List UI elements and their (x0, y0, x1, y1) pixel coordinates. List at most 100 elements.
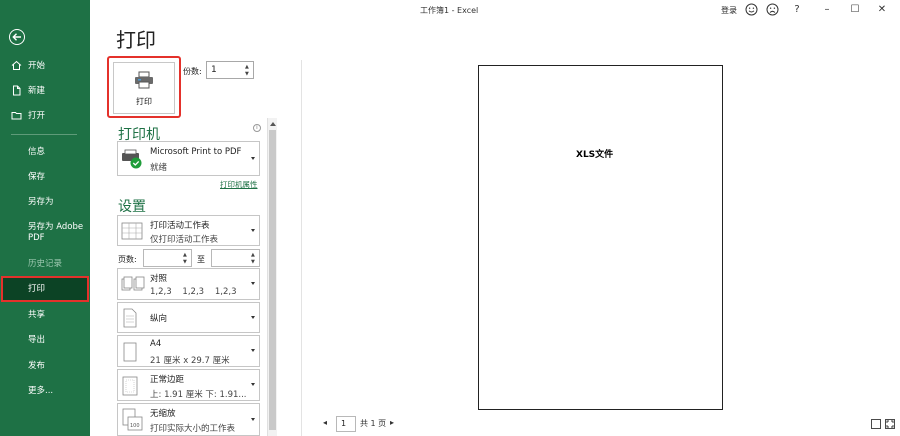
print-scope-dropdown[interactable]: 打印活动工作表 仅打印活动工作表 (117, 215, 260, 246)
sidebar-item-save[interactable]: 保存 (0, 165, 90, 189)
sidebar-item-label-line2: PDF (28, 233, 45, 243)
sidebar-item-label: 历史记录 (28, 258, 63, 269)
help-button[interactable]: ? (790, 3, 804, 16)
page-to-input[interactable]: ▲ ▼ (211, 249, 260, 267)
decrement-icon[interactable]: ▼ (183, 259, 189, 265)
print-preview-page: XLS文件 (478, 65, 723, 410)
sheet-icon (121, 222, 143, 240)
settings-scrollbar[interactable] (267, 118, 277, 436)
scaling-icon: 100 (122, 408, 143, 431)
prev-page-icon[interactable]: ◂ (323, 418, 327, 427)
chevron-down-icon (251, 156, 255, 160)
back-arrow-icon (12, 33, 21, 41)
page-title: 打印 (116, 28, 156, 52)
increment-icon[interactable]: ▲ (251, 252, 257, 258)
svg-text:100: 100 (130, 423, 140, 429)
sidebar-item-home[interactable]: 开始 (0, 54, 90, 78)
sidebar-item-label: 保存 (28, 171, 46, 182)
sidebar-item-info[interactable]: 信息 (0, 140, 90, 164)
sidebar-item-export[interactable]: 导出 (0, 328, 90, 352)
sidebar-item-open[interactable]: 打开 (0, 104, 90, 128)
portrait-page-icon (123, 308, 137, 328)
sidebar-item-save-as-adobe-pdf[interactable]: 另存为 Adobe PDF (0, 220, 90, 246)
sidebar-item-label: 共享 (28, 309, 46, 320)
folder-icon (11, 112, 22, 120)
sidebar-item-new[interactable]: 新建 (0, 79, 90, 103)
margins-subtitle: 上: 1.91 厘米 下: 1.91... (150, 390, 247, 400)
scaling-subtitle: 打印实际大小的工作表 (150, 424, 236, 434)
login-link[interactable]: 登录 (721, 5, 737, 16)
increment-icon[interactable]: ▲ (245, 64, 251, 70)
orientation-title: 纵向 (150, 314, 168, 324)
home-icon (11, 60, 22, 70)
sidebar-item-label: 更多... (28, 385, 54, 396)
chevron-down-icon (251, 282, 255, 285)
print-scope-title: 打印活动工作表 (150, 221, 210, 231)
printer-properties-link[interactable]: 打印机属性 (220, 179, 258, 190)
paper-size-icon (123, 342, 137, 362)
decrement-icon[interactable]: ▼ (245, 71, 251, 77)
paper-size-dropdown[interactable]: A4 21 厘米 x 29.7 厘米 (117, 335, 260, 367)
print-button-highlight: 打印 (107, 56, 181, 118)
sidebar-item-label-line1: 另存为 Adobe (28, 222, 84, 232)
page-from-input[interactable]: ▲ ▼ (143, 249, 192, 267)
print-scope-subtitle: 仅打印活动工作表 (150, 235, 219, 245)
smile-icon[interactable] (745, 3, 758, 16)
sidebar-item-label: 打印 (28, 283, 46, 294)
sidebar-item-label: 发布 (28, 360, 46, 371)
scroll-up-icon[interactable] (270, 122, 276, 126)
orientation-dropdown[interactable]: 纵向 (117, 302, 260, 333)
collate-dropdown[interactable]: 对照 1,2,3 1,2,3 1,2,3 (117, 268, 260, 300)
collate-icon (121, 276, 145, 291)
margins-dropdown[interactable]: 正常边距 上: 1.91 厘米 下: 1.91... (117, 369, 260, 401)
copies-label: 份数: (183, 67, 202, 76)
collate-title: 对照 (150, 274, 168, 284)
sidebar-item-label: 信息 (28, 146, 46, 157)
sidebar-divider (11, 134, 77, 135)
printer-ready-icon (122, 149, 142, 169)
sidebar-item-history: 历史记录 (0, 252, 90, 276)
sidebar-item-share[interactable]: 共享 (0, 303, 90, 327)
decrement-icon[interactable]: ▼ (251, 259, 257, 265)
margins-icon (122, 376, 138, 396)
chevron-down-icon (251, 417, 255, 421)
chevron-down-icon (251, 383, 255, 386)
scrollbar-thumb[interactable] (269, 130, 276, 430)
show-margins-icon[interactable] (871, 419, 881, 429)
margins-title: 正常边距 (150, 375, 185, 385)
sidebar-item-label: 开始 (28, 60, 46, 71)
window-title: 工作簿1 - Excel (420, 6, 479, 15)
sidebar-item-label: 另存为 Adobe PDF (28, 222, 83, 244)
current-page-input[interactable]: 1 (336, 416, 356, 432)
copies-value: 1 (211, 65, 217, 75)
sidebar-item-more[interactable]: 更多... (0, 379, 90, 403)
printer-name: Microsoft Print to PDF (150, 147, 242, 157)
scaling-dropdown[interactable]: 100 无缩放 打印实际大小的工作表 (117, 403, 260, 436)
zoom-to-page-icon[interactable] (885, 419, 895, 429)
sidebar-item-print[interactable]: 打印 (1, 276, 89, 302)
total-pages-label: 共 1 页 (360, 419, 387, 428)
paper-size-subtitle: 21 厘米 x 29.7 厘米 (150, 356, 230, 366)
increment-icon[interactable]: ▲ (183, 252, 189, 258)
copies-stepper[interactable]: 1 ▲ ▼ (206, 61, 254, 79)
print-button-label: 打印 (136, 97, 152, 106)
preview-page-text: XLS文件 (576, 150, 614, 160)
page-to-label: 至 (197, 255, 205, 264)
chevron-down-icon (251, 315, 255, 319)
chevron-down-icon (251, 228, 255, 232)
maximize-button[interactable]: ☐ (848, 3, 862, 16)
sidebar-item-publish[interactable]: 发布 (0, 354, 90, 378)
print-button[interactable]: 打印 (113, 62, 175, 114)
printer-status: 就绪 (150, 163, 168, 173)
info-icon[interactable]: i (253, 124, 261, 132)
close-button[interactable]: ✕ (875, 3, 889, 16)
back-button[interactable] (9, 29, 25, 45)
printer-dropdown[interactable]: Microsoft Print to PDF 就绪 (117, 141, 260, 176)
new-file-icon (13, 85, 21, 96)
paper-size-title: A4 (150, 339, 162, 349)
next-page-icon[interactable]: ▸ (390, 418, 394, 427)
sidebar-item-label: 打开 (28, 110, 46, 121)
minimize-button[interactable]: – (820, 3, 834, 16)
sidebar-item-save-as[interactable]: 另存为 (0, 190, 90, 214)
frown-icon[interactable] (766, 3, 779, 16)
